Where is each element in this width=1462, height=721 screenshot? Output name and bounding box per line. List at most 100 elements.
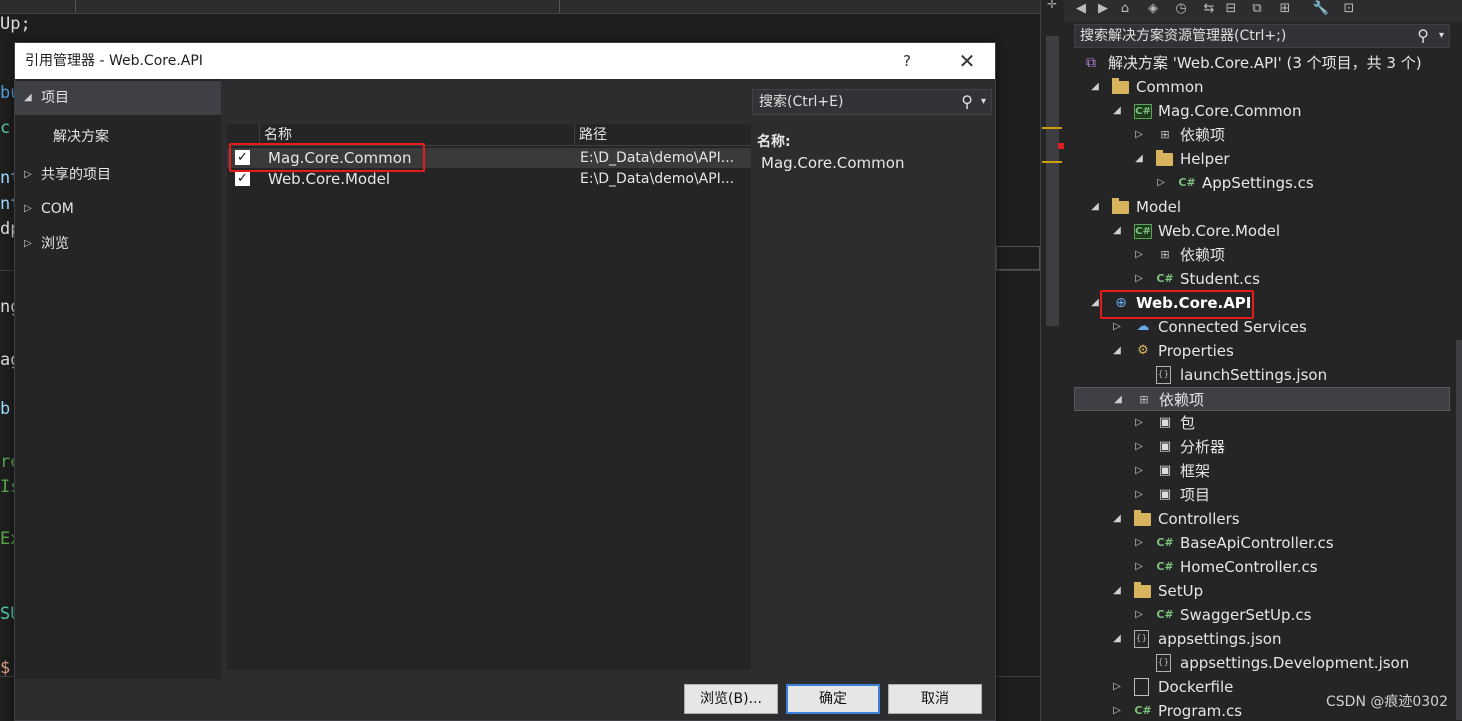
collapsed-arrow-icon[interactable]: ▷ xyxy=(1132,603,1146,627)
editor-dropdown-member[interactable] xyxy=(560,0,1040,13)
collapsed-arrow-icon[interactable]: ▷ xyxy=(1110,675,1124,699)
tree-item[interactable]: ▷ ▣ 包 xyxy=(1074,411,1450,435)
forward-icon[interactable]: ▶ xyxy=(1094,0,1112,18)
expanded-arrow-icon[interactable]: ◢ xyxy=(1111,388,1125,412)
tree-item[interactable]: ◢ C# Web.Core.Model xyxy=(1074,219,1450,243)
collapsed-arrow-icon[interactable]: ▷ xyxy=(1132,531,1146,555)
wrench-icon[interactable]: 🔧 xyxy=(1312,0,1330,18)
expanded-arrow-icon[interactable]: ◢ xyxy=(1110,339,1124,363)
csharp-project-icon: C# xyxy=(1134,224,1152,239)
solution-search-input[interactable]: 搜索解决方案资源管理器(Ctrl+;) ⚲ ▾ xyxy=(1074,24,1450,48)
nav-item-com[interactable]: ▷ COM xyxy=(15,192,221,226)
chevron-down-icon[interactable]: ▾ xyxy=(1439,25,1444,47)
expanded-arrow-icon[interactable]: ◢ xyxy=(1110,579,1124,603)
expanded-arrow-icon[interactable]: ◢ xyxy=(24,81,32,115)
tree-item[interactable]: ◢ C# Mag.Core.Common xyxy=(1074,99,1450,123)
collapsed-arrow-icon[interactable]: ▷ xyxy=(1132,435,1146,459)
back-icon[interactable]: ◀ xyxy=(1072,0,1090,18)
reference-grid: 名称 路径 ✓ Mag.Core.Common E:\D_Data\demo\A… xyxy=(227,124,751,670)
tree-item[interactable]: ▷ ▣ 项目 xyxy=(1074,483,1450,507)
collapsed-arrow-icon[interactable]: ▷ xyxy=(24,192,32,226)
dependencies-icon: ⊞ xyxy=(1160,248,1170,261)
dialog-search-input[interactable]: 搜索(Ctrl+E) ⚲ ▾ xyxy=(752,89,992,115)
nav-item-label: 浏览 xyxy=(41,236,69,252)
tree-item[interactable]: ◢ ⚙ Properties xyxy=(1074,339,1450,363)
expanded-arrow-icon[interactable]: ◢ xyxy=(1110,507,1124,531)
tree-item[interactable]: ▷ C# HomeController.cs xyxy=(1074,555,1450,579)
collapsed-arrow-icon[interactable]: ▷ xyxy=(1154,171,1168,195)
editor-dropdown-type[interactable] xyxy=(76,0,560,13)
dialog-nav-pane: ◢ 项目 解决方案 ▷ 共享的项目 ▷ COM ▷ 浏览 xyxy=(15,79,221,679)
search-icon[interactable]: ⚲ xyxy=(1417,25,1429,47)
csharp-project-icon: C# xyxy=(1134,104,1152,119)
checkbox[interactable]: ✓ xyxy=(235,171,250,186)
nav-item-shared-projects[interactable]: ▷ 共享的项目 xyxy=(15,158,221,192)
ok-button[interactable]: 确定 xyxy=(786,684,880,714)
table-row[interactable]: ✓ Web.Core.Model E:\D_Data\demo\API... xyxy=(227,169,751,189)
tree-item[interactable]: {} launchSettings.json xyxy=(1074,363,1450,387)
tree-item[interactable]: {} appsettings.Development.json xyxy=(1074,651,1450,675)
tree-item[interactable]: ▷ C# BaseApiController.cs xyxy=(1074,531,1450,555)
tree-item[interactable]: ⧉ 解决方案 'Web.Core.API' (3 个项目，共 3 个) xyxy=(1074,51,1450,75)
expanded-arrow-icon[interactable]: ◢ xyxy=(1088,195,1102,219)
collapsed-arrow-icon[interactable]: ▷ xyxy=(1132,267,1146,291)
collapsed-arrow-icon[interactable]: ▷ xyxy=(1132,459,1146,483)
collapsed-arrow-icon[interactable]: ▷ xyxy=(1132,123,1146,147)
collapsed-arrow-icon[interactable]: ▷ xyxy=(1132,483,1146,507)
tree-item[interactable]: ◢ Helper xyxy=(1074,147,1450,171)
close-icon[interactable]: ✕ xyxy=(957,43,977,79)
tree-item[interactable]: ◢ SetUp xyxy=(1074,579,1450,603)
tree-view-icon[interactable]: ⊞ xyxy=(1276,0,1294,18)
collapsed-arrow-icon[interactable]: ▷ xyxy=(1132,411,1146,435)
tree-item[interactable]: ▷ ▣ 框架 xyxy=(1074,459,1450,483)
editor-dropdown-project[interactable] xyxy=(0,0,76,13)
tree-item[interactable]: ◢ Controllers xyxy=(1074,507,1450,531)
sync-icon[interactable]: ⇆ xyxy=(1200,0,1218,18)
tree-item[interactable]: ▷ C# AppSettings.cs xyxy=(1074,171,1450,195)
expanded-arrow-icon[interactable]: ◢ xyxy=(1110,219,1124,243)
expanded-arrow-icon[interactable]: ◢ xyxy=(1132,147,1146,171)
tree-item[interactable]: ◢ ⊞ 依赖项 xyxy=(1074,387,1450,411)
copy-icon[interactable]: ⧉ xyxy=(1248,0,1266,18)
expanded-arrow-icon[interactable]: ◢ xyxy=(1088,75,1102,99)
nav-item-browse[interactable]: ▷ 浏览 xyxy=(15,227,221,261)
collapsed-arrow-icon[interactable]: ▷ xyxy=(1132,243,1146,267)
scrollbar-thumb[interactable] xyxy=(1046,36,1059,326)
json-file-icon: {} xyxy=(1156,654,1171,672)
tree-item[interactable]: ◢ Model xyxy=(1074,195,1450,219)
tree-item-label: Helper xyxy=(1180,150,1230,168)
nav-item-projects[interactable]: ◢ 项目 xyxy=(15,81,221,115)
tree-item[interactable]: ▷ ⊞ 依赖项 xyxy=(1074,243,1450,267)
expanded-arrow-icon[interactable]: ◢ xyxy=(1110,627,1124,651)
dialog-title-bar[interactable]: 引用管理器 - Web.Core.API ? ✕ xyxy=(15,43,995,79)
collapsed-arrow-icon[interactable]: ▷ xyxy=(1110,699,1124,721)
editor-scrollbar[interactable]: ✛ xyxy=(1040,0,1064,721)
help-icon[interactable]: ? xyxy=(903,43,915,79)
tree-item-label: 解决方案 'Web.Core.API' (3 个项目，共 3 个) xyxy=(1108,54,1422,72)
tree-item[interactable]: ▷ ▣ 分析器 xyxy=(1074,435,1450,459)
browse-button[interactable]: 浏览(B)... xyxy=(684,684,778,714)
home-icon[interactable]: ⌂ xyxy=(1116,0,1134,18)
solution-explorer-scrollbar[interactable] xyxy=(1456,340,1462,720)
tree-item[interactable]: ▷ ⊞ 依赖项 xyxy=(1074,123,1450,147)
history-icon[interactable]: ◷ xyxy=(1172,0,1190,18)
file-icon xyxy=(1134,678,1149,696)
search-icon[interactable]: ⚲ xyxy=(961,90,973,114)
chevron-down-icon[interactable]: ▾ xyxy=(981,90,986,114)
tree-item[interactable]: ▷ C# Student.cs xyxy=(1074,267,1450,291)
cancel-button[interactable]: 取消 xyxy=(888,684,982,714)
tree-item[interactable]: ◢ Common xyxy=(1074,75,1450,99)
collapse-icon[interactable]: ⊟ xyxy=(1222,0,1240,18)
preview-icon[interactable]: ⊡ xyxy=(1340,0,1358,18)
tree-item[interactable]: ◢ {} appsettings.json xyxy=(1074,627,1450,651)
json-file-icon: {} xyxy=(1134,630,1149,648)
split-icon[interactable]: ✛ xyxy=(1047,0,1057,11)
vs-icon[interactable]: ◈ xyxy=(1144,0,1162,18)
collapsed-arrow-icon[interactable]: ▷ xyxy=(24,158,32,192)
collapsed-arrow-icon[interactable]: ▷ xyxy=(24,227,32,261)
tree-item[interactable]: ▷ C# SwaggerSetUp.cs xyxy=(1074,603,1450,627)
collapsed-arrow-icon[interactable]: ▷ xyxy=(1132,555,1146,579)
expanded-arrow-icon[interactable]: ◢ xyxy=(1110,99,1124,123)
column-header-path[interactable]: 路径 xyxy=(574,124,751,146)
nav-item-solution[interactable]: 解决方案 xyxy=(15,120,221,154)
